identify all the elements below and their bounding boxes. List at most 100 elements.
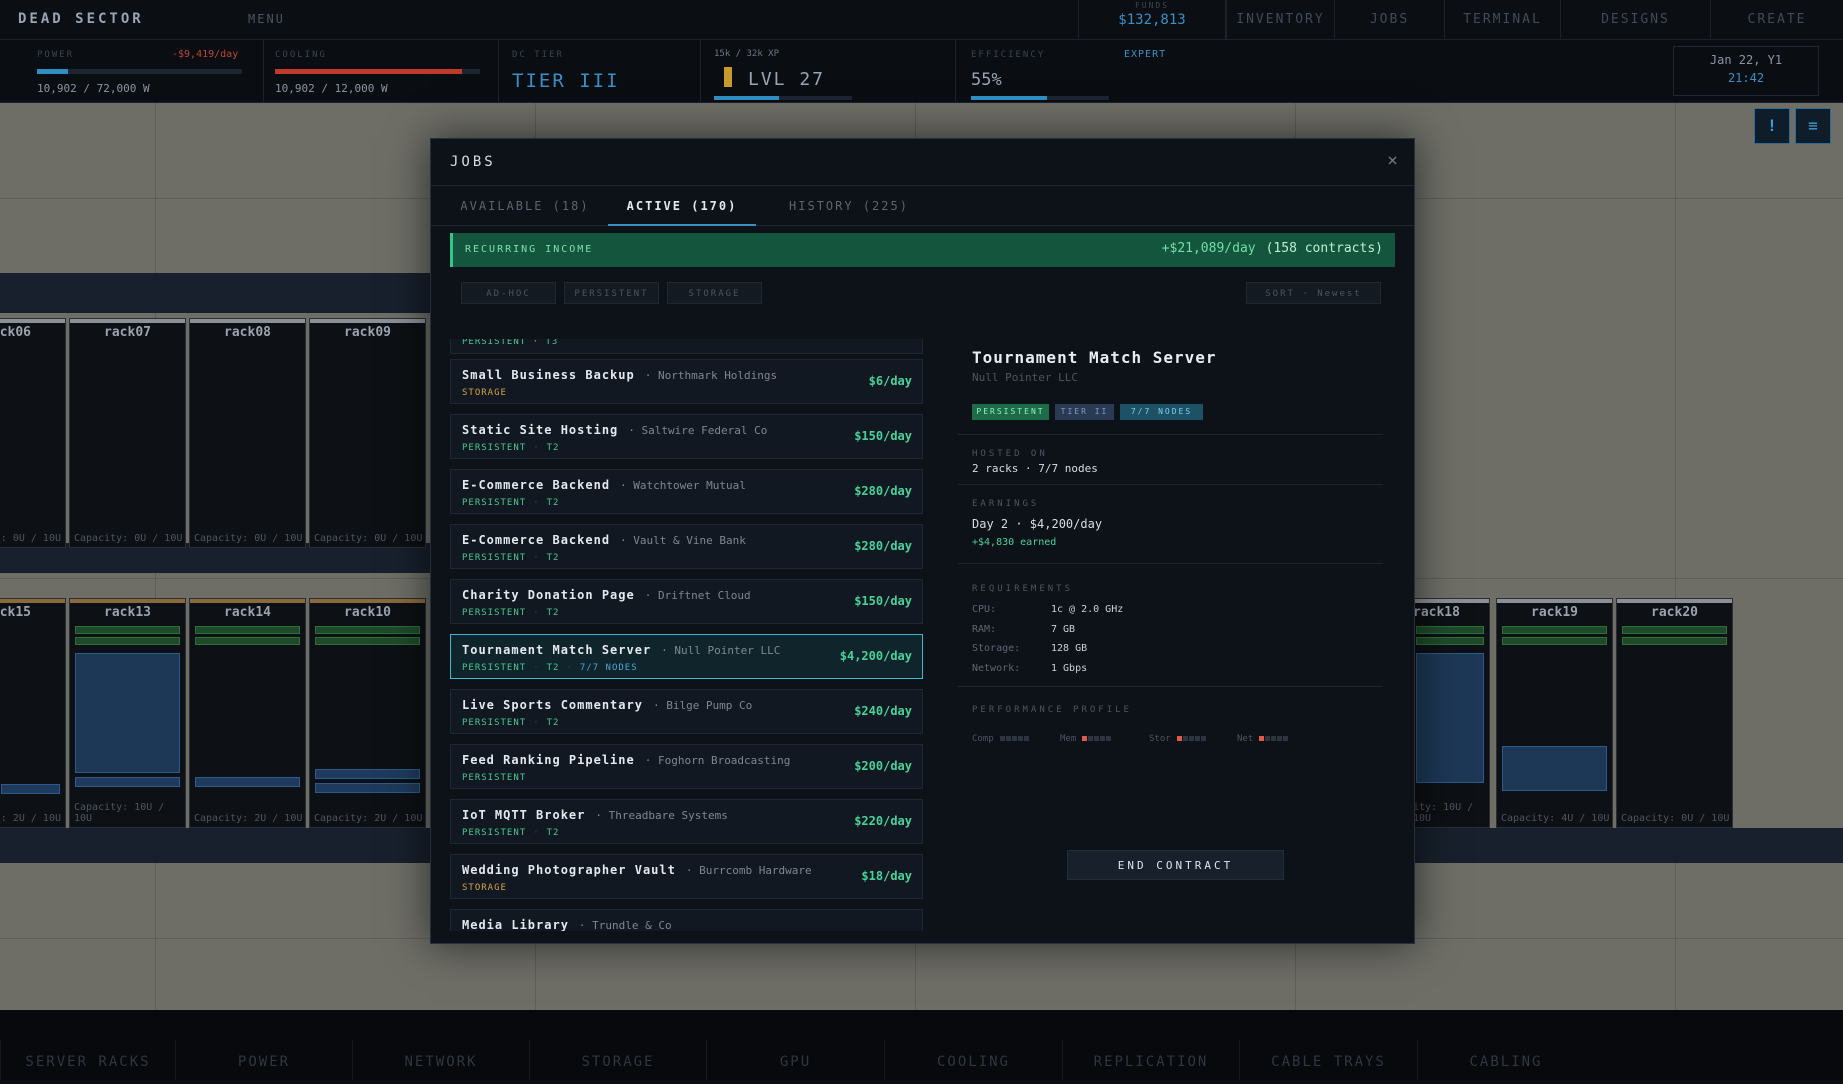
job-price: $18/day <box>861 869 912 883</box>
job-type: PERSISTENT <box>462 443 527 453</box>
requirements-label: REQUIREMENTS <box>972 584 1074 594</box>
req-cpu-value: 1c @ 2.0 GHz <box>1051 604 1124 615</box>
job-tier: T2 <box>546 718 560 728</box>
job-price: $150/day <box>854 429 912 443</box>
alert-button[interactable]: ! <box>1754 108 1790 144</box>
list-button[interactable]: ≡ <box>1795 108 1831 144</box>
nav-jobs[interactable]: JOBS <box>1334 0 1444 40</box>
tab-active[interactable]: ACTIVE (170) <box>608 186 756 226</box>
job-company: · Bilge Pump Co <box>652 699 753 712</box>
job-row[interactable]: E-Commerce Backend · Watchtower Mutual PER… <box>450 469 923 514</box>
req-ram-label: RAM: <box>972 624 997 635</box>
tab-server-racks[interactable]: SERVER RACKS <box>0 1040 175 1080</box>
job-name: Media Library <box>462 918 569 931</box>
cable-tray <box>1415 828 1843 863</box>
job-name: Charity Donation Page <box>462 588 635 602</box>
filter-storage[interactable]: STORAGE <box>667 282 762 304</box>
server-rack[interactable]: ck15 : 2U / 10U <box>0 598 66 828</box>
recurring-income-banner: RECURRING INCOME +$21,089/day (158 contra… <box>450 233 1395 267</box>
job-row[interactable]: Feed Ranking Pipeline · Foghorn Broadcast… <box>450 744 923 789</box>
tab-available[interactable]: AVAILABLE (18) <box>450 186 600 226</box>
tab-cable-trays[interactable]: CABLE TRAYS <box>1239 1040 1417 1080</box>
job-row[interactable]: IoT MQTT Broker · Threadbare Systems PERSI… <box>450 799 923 844</box>
filter-persistent[interactable]: PERSISTENT <box>564 282 659 304</box>
job-row[interactable]: Small Business Backup · Northmark Holding… <box>450 359 923 404</box>
efficiency-label: EFFICIENCY <box>971 50 1046 60</box>
server-rack[interactable]: ck06 : 0U / 10U <box>0 318 66 548</box>
job-row[interactable]: Charity Donation Page · Driftnet Cloud PER… <box>450 579 923 624</box>
tab-gpu[interactable]: GPU <box>706 1040 884 1080</box>
perf-label: Net <box>1237 734 1254 744</box>
menu-button[interactable]: MENU <box>248 12 285 26</box>
perf-pip <box>1283 736 1289 741</box>
server-rack[interactable]: rack14 Capacity: 2U / 10U <box>189 598 306 828</box>
cooling-label: COOLING <box>275 50 327 60</box>
power-delta: -$9,419/day <box>172 49 239 60</box>
job-company: · Foghorn Broadcasting <box>644 754 791 767</box>
modal-tabs: AVAILABLE (18) ACTIVE (170) HISTORY (225… <box>431 186 1414 226</box>
server-rack[interactable]: rack20 Capacity: 0U / 10U <box>1616 598 1733 828</box>
perf-pip <box>1088 736 1094 741</box>
tab-cooling[interactable]: COOLING <box>884 1040 1062 1080</box>
perf-label: Mem <box>1060 734 1077 744</box>
job-row[interactable]: Static Site Hosting · Saltwire Federal Co… <box>450 414 923 459</box>
server-rack[interactable]: rack09 Capacity: 0U / 10U <box>309 318 426 548</box>
job-name: Small Business Backup <box>462 368 635 382</box>
job-tags: PERSISTENT <box>462 773 526 783</box>
power-bar <box>37 69 242 74</box>
nav-inventory[interactable]: INVENTORY <box>1226 0 1334 40</box>
server-rack[interactable]: rack10 Capacity: 2U / 10U <box>309 598 426 828</box>
alert-icon: ! <box>1767 116 1777 135</box>
job-name: E-Commerce Backend <box>462 478 611 492</box>
nav-create[interactable]: CREATE <box>1710 0 1843 40</box>
job-row[interactable]: PERSISTENT · T3 <box>450 339 923 354</box>
server-rack[interactable]: rack13 Capacity: 10U / 10U <box>69 598 186 828</box>
job-tags: STORAGE <box>462 388 507 398</box>
job-company: · Null Pointer LLC <box>661 644 781 657</box>
income-value: +$21,089/day <box>1161 241 1256 256</box>
job-tier: T2 <box>546 498 560 508</box>
nav-terminal[interactable]: TERMINAL <box>1444 0 1560 40</box>
tab-replication[interactable]: REPLICATION <box>1062 1040 1239 1080</box>
efficiency-value: 55% <box>971 70 1002 90</box>
server-rack[interactable]: rack19 Capacity: 4U / 10U <box>1496 598 1613 828</box>
tab-history[interactable]: HISTORY (225) <box>764 186 934 226</box>
perf-stor-meter: Stor <box>1149 734 1206 744</box>
filter-adhoc[interactable]: AD-HOC <box>461 282 556 304</box>
server-rack[interactable]: rack18 ity: 10U / 10U <box>1410 598 1490 828</box>
server-rack[interactable]: rack07 Capacity: 0U / 10U <box>69 318 186 548</box>
job-name: Static Site Hosting <box>462 423 619 437</box>
tab-storage[interactable]: STORAGE <box>529 1040 706 1080</box>
detail-company: Null Pointer LLC <box>972 371 1078 384</box>
perf-label: Stor <box>1149 734 1171 744</box>
job-company: · Threadbare Systems <box>595 809 728 822</box>
server-rack[interactable]: rack08 Capacity: 0U / 10U <box>189 318 306 548</box>
game-time: 21:42 <box>1727 71 1765 85</box>
jobs-modal: JOBS × AVAILABLE (18) ACTIVE (170) HISTO… <box>430 138 1415 944</box>
tab-cabling[interactable]: CABLING <box>1417 1040 1594 1080</box>
sort-dropdown[interactable]: SORT · Newest <box>1246 282 1381 304</box>
nav-designs[interactable]: DESIGNS <box>1560 0 1710 40</box>
job-row[interactable]: Media Library · Trundle & Co <box>450 909 923 931</box>
job-row[interactable]: Tournament Match Server · Null Pointer LL… <box>450 634 923 679</box>
job-row[interactable]: Wedding Photographer Vault · Burrcomb Har… <box>450 854 923 899</box>
job-row[interactable]: Live Sports Commentary · Bilge Pump Co PER… <box>450 689 923 734</box>
modal-title: JOBS <box>450 154 496 170</box>
close-icon[interactable]: × <box>1387 150 1398 171</box>
job-type: PERSISTENT <box>462 718 527 728</box>
tab-network[interactable]: NETWORK <box>352 1040 529 1080</box>
job-type: PERSISTENT <box>462 553 527 563</box>
perf-pip <box>1100 736 1106 741</box>
level-badge-icon <box>724 67 732 87</box>
funds-value: $132,813 <box>1118 12 1186 28</box>
job-company: · Northmark Holdings <box>644 369 778 382</box>
perf-pip <box>1265 736 1271 741</box>
performance-label: PERFORMANCE PROFILE <box>972 705 1132 715</box>
funds-display: FUNDS $132,813 <box>1078 0 1226 40</box>
job-row[interactable]: E-Commerce Backend · Vault & Vine Bank PER… <box>450 524 923 569</box>
power-value: 10,902 / 72,000 W <box>37 82 150 95</box>
job-company: · Saltwire Federal Co <box>628 424 768 437</box>
level-value: LVL 27 <box>748 69 826 90</box>
tab-power[interactable]: POWER <box>175 1040 352 1080</box>
end-contract-button[interactable]: END CONTRACT <box>1067 850 1284 880</box>
